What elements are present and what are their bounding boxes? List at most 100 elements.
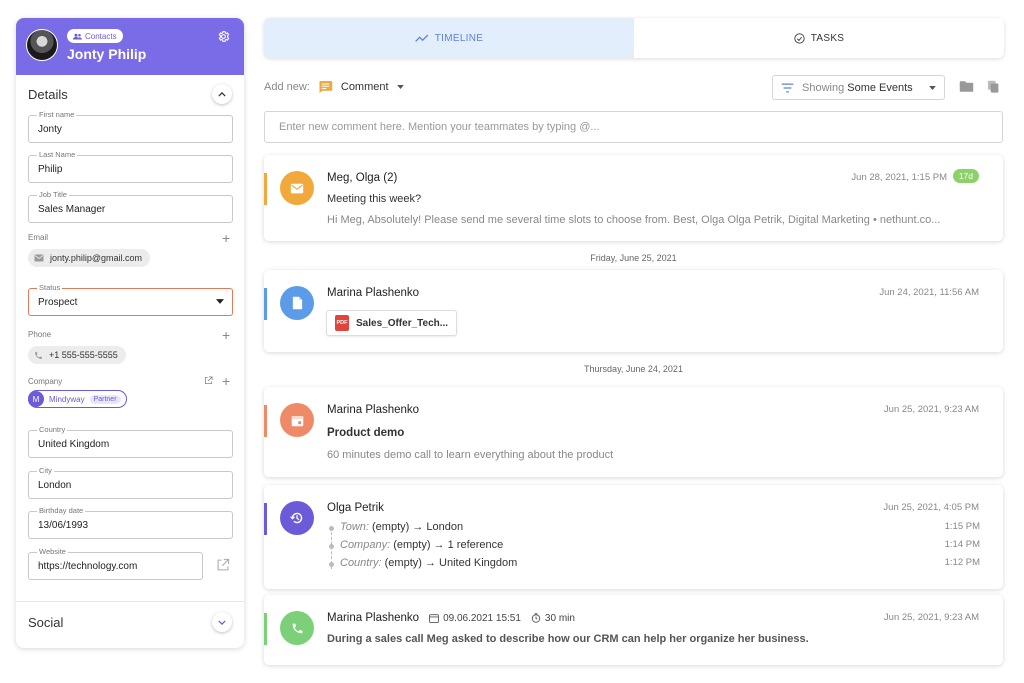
card-accent (264, 405, 267, 437)
change-from: (empty) (393, 539, 431, 551)
timeline-call-card[interactable]: Marina Plashenko 09.06.2021 15:51 30 min… (264, 595, 1003, 665)
phone-label: Phone (28, 330, 52, 339)
first-name-label: First name (37, 110, 77, 119)
arrow-right-icon: → (424, 557, 436, 569)
timeline-event-card[interactable]: Marina Plashenko Jun 25, 2021, 9:23 AM P… (264, 387, 1003, 477)
event-card-time: Jun 25, 2021, 9:23 AM (883, 404, 979, 415)
check-circle-icon (794, 32, 805, 44)
email-chip[interactable]: jonty.philip@gmail.com (28, 249, 151, 267)
status-select[interactable]: Status Prospect (28, 283, 233, 316)
gear-icon[interactable] (217, 30, 230, 43)
phone-value: +1 555-555-5555 (49, 350, 118, 360)
attachment-chip[interactable]: PDF Sales_Offer_Tech... (326, 310, 458, 336)
contacts-badge-label: Contacts (85, 31, 117, 41)
caret-down-icon (929, 85, 936, 90)
mail-icon (34, 254, 44, 262)
country-label: Country (37, 425, 68, 434)
comment-icon[interactable] (318, 80, 333, 94)
add-company-icon[interactable]: + (222, 374, 230, 388)
last-name-field[interactable]: Last Name Philip (28, 150, 233, 183)
company-label: Company (28, 377, 63, 386)
job-title-label: Job Title (37, 190, 69, 199)
history-card-title: Olga Petrik (327, 502, 384, 514)
call-date: 09.06.2021 15:51 (429, 613, 521, 624)
first-name-value: Jonty (38, 124, 62, 135)
collapse-details-button[interactable] (212, 84, 232, 104)
history-change-row: Company: (empty) → 1 reference 1:14 PM (340, 539, 980, 551)
history-icon (280, 501, 314, 535)
details-section-header[interactable]: Details (16, 78, 244, 110)
last-name-value: Philip (38, 164, 63, 175)
filter-icon (781, 82, 794, 93)
history-dot (329, 544, 334, 549)
timeline-history-card[interactable]: Olga Petrik Jun 25, 2021, 4:05 PM Town: … (264, 485, 1003, 589)
file-icon (280, 286, 314, 320)
change-to: 1 reference (447, 539, 504, 551)
country-field[interactable]: Country United Kingdom (28, 425, 233, 458)
tab-tasks[interactable]: TASKS (634, 18, 1004, 58)
call-desc: During a sales call Meg asked to describ… (327, 633, 809, 645)
phone-icon (34, 351, 43, 360)
copy-icon[interactable] (987, 80, 1000, 94)
caret-down-icon[interactable] (396, 85, 404, 89)
details-title: Details (28, 86, 68, 102)
add-email-icon[interactable]: + (222, 231, 230, 245)
timeline-email-card[interactable]: Meg, Olga (2) Jun 28, 2021, 1:15 PM 17d … (264, 155, 1003, 241)
job-title-value: Sales Manager (38, 204, 106, 215)
change-from: (empty) (372, 521, 410, 533)
change-from: (empty) (384, 557, 422, 569)
pdf-icon: PDF (335, 315, 349, 331)
attachment-name: Sales_Offer_Tech... (356, 317, 449, 329)
contact-header: Contacts Jonty Philip (16, 18, 244, 75)
change-time: 1:14 PM (944, 539, 980, 550)
date-separator: Thursday, June 24, 2021 (584, 364, 683, 374)
email-card-title: Meg, Olga (2) (327, 172, 398, 184)
email-subject: Meeting this week? (327, 193, 422, 205)
job-title-field[interactable]: Job Title Sales Manager (28, 190, 233, 223)
change-to: London (426, 521, 464, 533)
expand-social-button[interactable] (212, 612, 232, 632)
chevron-up-icon (218, 91, 226, 97)
partner-tag: Partner (89, 394, 121, 404)
history-change-row: Town: (empty) → London 1:15 PM (340, 521, 980, 533)
arrow-right-icon: → (412, 521, 424, 533)
avatar[interactable] (26, 29, 58, 61)
email-label: Email (28, 233, 49, 242)
website-field[interactable]: Website https://technology.com (28, 547, 203, 580)
folder-icon[interactable] (959, 80, 974, 93)
event-filter-select[interactable]: Showing Some Events (772, 75, 945, 100)
city-field[interactable]: City London (28, 466, 233, 499)
company-chip[interactable]: M Mindyway Partner (28, 390, 127, 408)
city-label: City (37, 466, 54, 475)
phone-chip[interactable]: +1 555-555-5555 (28, 346, 126, 364)
city-value: London (38, 480, 72, 491)
call-duration: 30 min (531, 613, 575, 624)
comment-input[interactable]: Enter new comment here. Mention your tea… (264, 111, 1003, 143)
mail-icon (280, 171, 314, 205)
phone-icon (280, 611, 314, 645)
section-divider (16, 601, 244, 602)
card-accent (264, 503, 267, 535)
status-label: Status (37, 283, 63, 292)
tab-timeline[interactable]: TIMELINE (264, 18, 634, 58)
contacts-badge[interactable]: Contacts (67, 29, 123, 43)
contact-name: Jonty Philip (67, 46, 147, 62)
birthday-field[interactable]: Birthday date 13/06/1993 (28, 506, 233, 539)
add-new-type[interactable]: Comment (341, 81, 389, 93)
birthday-value: 13/06/1993 (38, 520, 89, 531)
social-section-header[interactable]: Social (16, 606, 244, 638)
open-external-icon[interactable] (204, 376, 213, 385)
filter-prefix: Showing (802, 81, 845, 94)
add-phone-icon[interactable]: + (222, 328, 230, 342)
email-card-time: Jun 28, 2021, 1:15 PM (851, 172, 947, 183)
first-name-field[interactable]: First name Jonty (28, 110, 233, 143)
add-new-control: Add new: Comment (264, 80, 404, 94)
social-title: Social (28, 614, 64, 630)
calendar-icon (429, 614, 439, 623)
add-new-label: Add new: (264, 81, 310, 93)
call-duration-value: 30 min (544, 612, 575, 624)
open-website-icon[interactable] (216, 558, 230, 572)
call-card-header: Marina Plashenko 09.06.2021 15:51 30 min (327, 612, 575, 624)
timeline-file-card[interactable]: Marina Plashenko Jun 24, 2021, 11:56 AM … (264, 270, 1003, 352)
card-accent (264, 173, 267, 205)
